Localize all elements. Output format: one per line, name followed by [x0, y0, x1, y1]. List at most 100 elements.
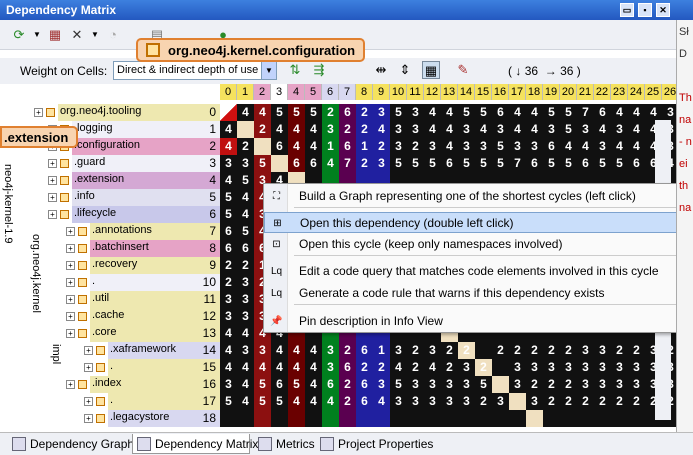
column-header-cell[interactable]: 9: [373, 84, 390, 100]
matrix-cell[interactable]: 4: [271, 121, 288, 138]
column-header-cell[interactable]: 15: [475, 84, 492, 100]
matrix-cell[interactable]: 3: [424, 393, 441, 410]
matrix-cell[interactable]: 3: [492, 121, 509, 138]
menu-item[interactable]: 📌 Pin description in Info View: [264, 311, 690, 332]
matrix-cell[interactable]: 3: [220, 308, 237, 325]
matrix-cell[interactable]: [339, 410, 356, 427]
matrix-cell[interactable]: 3: [594, 359, 611, 376]
matrix-cell[interactable]: 6: [356, 393, 373, 410]
matrix-cell[interactable]: 3: [407, 376, 424, 393]
matrix-cell[interactable]: 4: [288, 138, 305, 155]
matrix-cell[interactable]: 3: [458, 393, 475, 410]
matrix-cell[interactable]: 5: [254, 376, 271, 393]
matrix-cell[interactable]: 5: [475, 104, 492, 121]
matrix-cell[interactable]: [254, 138, 271, 155]
column-header-cell[interactable]: 25: [645, 84, 662, 100]
matrix-cell[interactable]: 7: [509, 155, 526, 172]
expand-icon[interactable]: +: [48, 159, 57, 168]
matrix-cell[interactable]: 4: [577, 138, 594, 155]
tab-project-properties[interactable]: Project Properties: [316, 434, 433, 454]
matrix-cell[interactable]: 2: [577, 393, 594, 410]
window-pin-button[interactable]: ▪: [638, 3, 652, 17]
matrix-cell[interactable]: [305, 410, 322, 427]
matrix-cell[interactable]: 5: [475, 376, 492, 393]
matrix-cell[interactable]: 5: [458, 104, 475, 121]
matrix-cell[interactable]: 4: [305, 376, 322, 393]
matrix-cell[interactable]: 4: [237, 359, 254, 376]
matrix-cell[interactable]: 3: [373, 155, 390, 172]
matrix-cell[interactable]: 3: [543, 359, 560, 376]
matrix-cell[interactable]: [271, 410, 288, 427]
matrix-cell[interactable]: 3: [322, 359, 339, 376]
row-header-item[interactable]: + .guard 3: [0, 155, 220, 172]
matrix-cell[interactable]: 4: [594, 121, 611, 138]
matrix-cell[interactable]: 4: [237, 206, 254, 223]
matrix-cell[interactable]: 3: [254, 342, 271, 359]
matrix-cell[interactable]: 2: [407, 138, 424, 155]
matrix-cell[interactable]: 5: [271, 393, 288, 410]
window-restore-button[interactable]: ▭: [620, 3, 634, 17]
matrix-cell[interactable]: 2: [628, 342, 645, 359]
row-header-item[interactable]: + .index 16: [0, 376, 220, 393]
matrix-cell[interactable]: 2: [220, 257, 237, 274]
expand-icon[interactable]: +: [66, 261, 75, 270]
matrix-cell[interactable]: 5: [288, 376, 305, 393]
matrix-cell[interactable]: 2: [407, 342, 424, 359]
matrix-cell[interactable]: 3: [594, 138, 611, 155]
matrix-cell[interactable]: 3: [611, 121, 628, 138]
matrix-cell[interactable]: 4: [322, 393, 339, 410]
matrix-cell[interactable]: 3: [526, 138, 543, 155]
matrix-cell[interactable]: 4: [305, 393, 322, 410]
matrix-cell[interactable]: 4: [271, 359, 288, 376]
column-header-cell[interactable]: 23: [611, 84, 628, 100]
column-header-cell[interactable]: 11: [407, 84, 424, 100]
matrix-cell[interactable]: 5: [271, 104, 288, 121]
matrix-cell[interactable]: 2: [254, 121, 271, 138]
matrix-cell[interactable]: 2: [373, 138, 390, 155]
matrix-cell[interactable]: 5: [543, 155, 560, 172]
row-header-item[interactable]: + .util 11: [0, 291, 220, 308]
matrix-cell[interactable]: 7: [577, 104, 594, 121]
matrix-cell[interactable]: [322, 410, 339, 427]
expand-icon[interactable]: +: [84, 397, 93, 406]
matrix-cell[interactable]: 5: [475, 155, 492, 172]
matrix-cell[interactable]: 6: [628, 155, 645, 172]
matrix-cell[interactable]: 4: [373, 121, 390, 138]
matrix-cell[interactable]: 3: [628, 359, 645, 376]
matrix-cell[interactable]: 5: [390, 376, 407, 393]
matrix-cell[interactable]: 3: [662, 104, 676, 121]
matrix-cell[interactable]: [407, 410, 424, 427]
matrix-cell[interactable]: 3: [458, 359, 475, 376]
expand-icon[interactable]: +: [84, 414, 93, 423]
column-header-cell[interactable]: 18: [526, 84, 543, 100]
row-header-item[interactable]: + .batchinsert 8: [0, 240, 220, 257]
row-header-item[interactable]: + .legacystore 18: [0, 410, 220, 427]
menu-item[interactable]: ⛶ Build a Graph representing one of the s…: [264, 186, 690, 207]
matrix-cell[interactable]: 2: [237, 257, 254, 274]
matrix-cell[interactable]: 6: [492, 104, 509, 121]
matrix-cell[interactable]: 4: [611, 104, 628, 121]
matrix-cell[interactable]: 3: [390, 121, 407, 138]
matrix-cell[interactable]: 5: [254, 393, 271, 410]
matrix-cell[interactable]: 1: [356, 138, 373, 155]
matrix-cell[interactable]: 3: [628, 376, 645, 393]
matrix-cell[interactable]: 4: [305, 342, 322, 359]
matrix-cell[interactable]: 4: [526, 121, 543, 138]
matrix-cell[interactable]: 5: [560, 155, 577, 172]
matrix-cell[interactable]: 2: [492, 342, 509, 359]
expand-icon[interactable]: +: [66, 278, 75, 287]
matrix-cell[interactable]: 5: [543, 104, 560, 121]
row-header-item[interactable]: +. 15: [0, 359, 220, 376]
matrix-cell[interactable]: 3: [237, 274, 254, 291]
matrix-cell[interactable]: 3: [424, 376, 441, 393]
matrix-cell[interactable]: 4: [628, 121, 645, 138]
matrix-cell[interactable]: 4: [305, 121, 322, 138]
matrix-cell[interactable]: 2: [458, 342, 475, 359]
matrix-cell[interactable]: 2: [611, 393, 628, 410]
expand-icon[interactable]: +: [48, 210, 57, 219]
matrix-cell[interactable]: 5: [594, 155, 611, 172]
matrix-cell[interactable]: 2: [526, 342, 543, 359]
matrix-cell[interactable]: 2: [509, 342, 526, 359]
matrix-cell[interactable]: 3: [543, 121, 560, 138]
dropdown-arrow-icon[interactable]: ▼: [28, 26, 46, 44]
